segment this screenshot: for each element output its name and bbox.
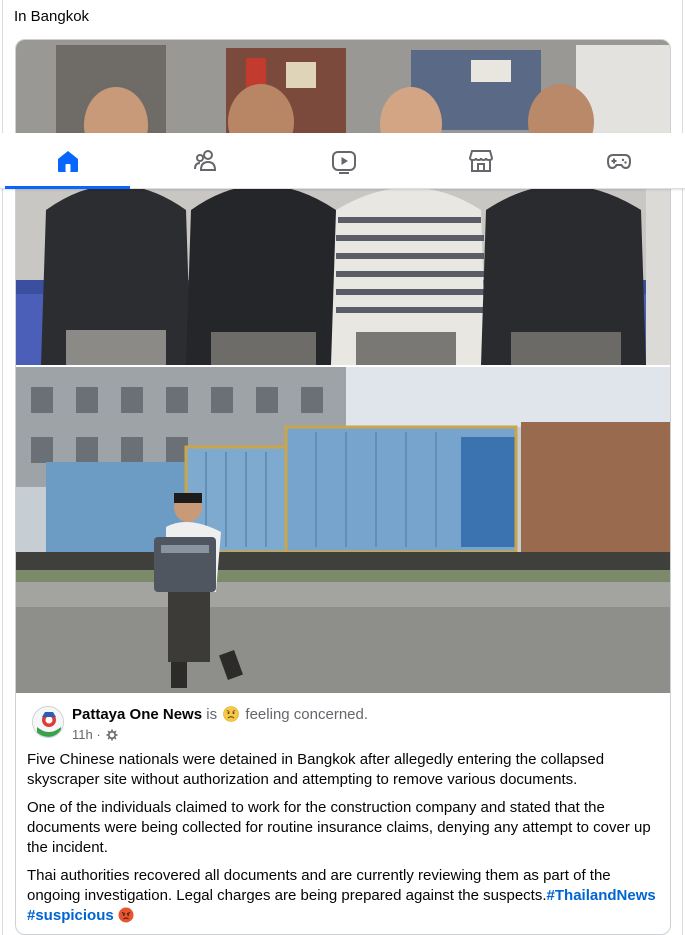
meta-separator: · (96, 727, 101, 742)
tab-marketplace[interactable] (418, 133, 543, 189)
angry-face-icon (118, 907, 134, 923)
post-paragraph-3-text: Thai authorities recovered all documents… (27, 867, 611, 904)
tab-video[interactable] (281, 133, 406, 189)
main-tab-bar (0, 133, 685, 189)
video-icon (331, 151, 356, 174)
home-icon (57, 151, 78, 172)
tab-friends[interactable] (143, 133, 268, 189)
post-body: Five Chinese nationals were detained in … (27, 750, 663, 934)
hashtag-suspicious[interactable]: #suspicious (27, 907, 114, 924)
tab-gaming[interactable] (556, 133, 681, 189)
author-name[interactable]: Pattaya One News (72, 706, 202, 723)
page-avatar[interactable] (32, 706, 64, 738)
post-header: Pattaya One News is feeling concerned. 1… (32, 706, 652, 746)
post-paragraph-3: Thai authorities recovered all documents… (27, 866, 663, 926)
post-photo-containers[interactable] (16, 367, 670, 693)
post-meta: 11h · (72, 727, 118, 742)
hashtag-thailandnews[interactable]: #ThailandNews (547, 887, 656, 904)
post-photo-detainees[interactable] (16, 40, 670, 365)
friends-icon (193, 150, 216, 171)
activity-text: feeling concerned. (245, 706, 369, 723)
concerned-face-icon (223, 706, 240, 722)
marketplace-icon (468, 150, 493, 172)
gaming-icon (606, 154, 631, 170)
tab-home[interactable] (5, 133, 130, 189)
containers-photo-illustration (16, 367, 670, 693)
detainees-photo-illustration (16, 40, 670, 365)
avatar-logo-icon (33, 707, 63, 737)
location-text: In Bangkok (14, 8, 90, 25)
post-paragraph-1: Five Chinese nationals were detained in … (27, 751, 605, 788)
post-time[interactable]: 11h (72, 727, 93, 742)
activity-prefix: is (206, 706, 218, 723)
author-line: Pattaya One News is feeling concerned. (72, 706, 368, 723)
post-paragraph-2: One of the individuals claimed to work f… (27, 799, 651, 856)
settings-gear-icon[interactable] (106, 729, 118, 741)
